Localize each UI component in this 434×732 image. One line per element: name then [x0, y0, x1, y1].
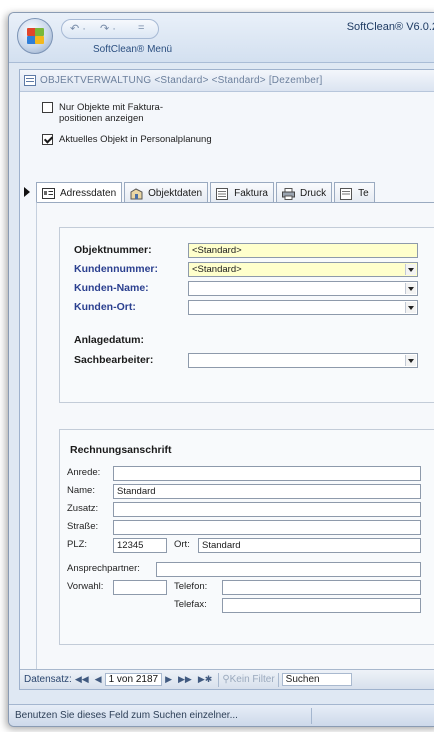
status-bar: Benutzen Sie dieses Feld zum Suchen einz…	[9, 704, 434, 726]
datensatz-label: Datensatz:	[24, 674, 72, 685]
redo-button[interactable]: ↷ ·	[100, 22, 116, 35]
kundennummer-combobox[interactable]: <Standard>	[188, 262, 418, 277]
option-personalplanung[interactable]: Aktuelles Objekt in Personalplanung	[42, 134, 212, 145]
zusatz-field[interactable]	[113, 502, 421, 517]
status-divider	[311, 708, 312, 724]
record-search-input[interactable]: Suchen	[281, 673, 352, 686]
anlagedatum-label: Anlagedatum:	[74, 334, 145, 346]
checkbox-personalplanung[interactable]	[42, 134, 53, 145]
record-selector-icon[interactable]	[20, 182, 34, 202]
kundennummer-label: Kundennummer:	[74, 263, 158, 275]
option-faktura-only[interactable]: Nur Objekte mit Faktura- positionen anze…	[42, 102, 163, 124]
tab-druck[interactable]: Druck	[276, 182, 333, 203]
ansprechpartner-field[interactable]	[156, 562, 421, 577]
form-title: OBJEKTVERWALTUNG <Standard> <Standard> […	[40, 75, 323, 86]
object-data-group: Objektnummer: <Standard> Kundennummer: <…	[59, 227, 434, 403]
tab-adressdaten-label: Adressdaten	[60, 188, 117, 199]
first-record-button[interactable]: ◀◀	[75, 674, 89, 685]
chevron-down-icon[interactable]	[405, 264, 416, 275]
text-document-icon	[340, 187, 353, 200]
sachbearbeiter-combobox[interactable]	[188, 353, 418, 368]
office-button[interactable]	[17, 18, 53, 54]
billing-address-group: Rechnungsanschrift Anrede: Name: Standar…	[59, 429, 434, 645]
kunden-ort-label: Kunden-Ort:	[74, 301, 136, 313]
vorwahl-field[interactable]	[113, 580, 167, 595]
invoice-icon	[216, 187, 229, 200]
tab-objektdaten[interactable]: Objektdaten	[124, 182, 209, 203]
kundennummer-value: <Standard>	[192, 264, 242, 275]
form-header: OBJEKTVERWALTUNG <Standard> <Standard> […	[20, 70, 434, 92]
tab-bar: Adressdaten Objektdaten Faktura Druck Te	[36, 182, 434, 204]
record-position-field[interactable]: 1 von 2187	[104, 673, 163, 686]
zusatz-label: Zusatz:	[67, 503, 99, 514]
nav-separator	[218, 672, 220, 687]
quick-access-toolbar: ↶ · ↷ · =	[61, 19, 159, 39]
kunden-name-combobox[interactable]	[188, 281, 418, 296]
menu-tab[interactable]: SoftClean® Menü	[93, 44, 172, 55]
undo-button[interactable]: ↶ ·	[70, 22, 86, 35]
strasse-label: Straße:	[67, 521, 99, 532]
tab-faktura-label: Faktura	[234, 187, 268, 199]
window-title: SoftClean® V6.0.2	[346, 21, 434, 33]
tab-adressdaten[interactable]: Adressdaten	[36, 182, 123, 204]
previous-record-button[interactable]: ◀	[95, 674, 102, 685]
ort-label: Ort:	[174, 539, 190, 550]
anrede-label: Anrede:	[67, 467, 101, 478]
printer-icon	[282, 187, 295, 200]
building-icon	[130, 187, 143, 199]
chevron-down-icon[interactable]	[405, 302, 416, 313]
filter-toggle-button[interactable]: ⚲ Kein Filter	[222, 674, 274, 685]
form-icon	[24, 75, 36, 86]
billing-heading: Rechnungsanschrift	[70, 444, 172, 456]
chevron-down-icon[interactable]	[405, 283, 416, 294]
filter-label: Kein Filter	[229, 674, 275, 685]
ansprechpartner-label: Ansprechpartner:	[67, 563, 140, 574]
funnel-icon: ⚲	[222, 674, 230, 685]
checkbox-faktura-only[interactable]	[42, 102, 53, 113]
plz-field[interactable]: 12345	[113, 538, 167, 553]
nav-separator	[277, 672, 279, 687]
sachbearbeiter-label: Sachbearbeiter:	[74, 354, 154, 366]
title-bar: ↶ · ↷ · = SoftClean® V6.0.2 SoftClean® M…	[9, 13, 434, 63]
plz-label: PLZ:	[67, 539, 88, 550]
telefon-field[interactable]	[222, 580, 421, 595]
anrede-field[interactable]	[113, 466, 421, 481]
application-window: ↶ · ↷ · = SoftClean® V6.0.2 SoftClean® M…	[8, 12, 434, 727]
tab-druck-label: Druck	[300, 187, 327, 199]
tab-te[interactable]: Te	[334, 182, 375, 203]
strasse-field[interactable]	[113, 520, 421, 535]
ort-field[interactable]: Standard	[198, 538, 421, 553]
address-card-icon	[42, 188, 55, 199]
objektnummer-field[interactable]: <Standard>	[188, 243, 418, 258]
tab-faktura[interactable]: Faktura	[210, 182, 274, 203]
record-navigation-bar: Datensatz: ◀◀ ◀ 1 von 2187 ▶ ▶▶ ▶✱ ⚲ Kei…	[20, 669, 434, 689]
last-record-button[interactable]: ▶▶	[178, 674, 192, 685]
kunden-ort-combobox[interactable]	[188, 300, 418, 315]
tab-page-adressdaten: Objektnummer: <Standard> Kundennummer: <…	[36, 202, 434, 669]
name-field[interactable]: Standard	[113, 484, 421, 499]
telefax-label: Telefax:	[174, 599, 207, 610]
option-faktura-label: Nur Objekte mit Faktura- positionen anze…	[59, 102, 163, 124]
telefax-field[interactable]	[222, 598, 421, 613]
chevron-down-icon[interactable]	[405, 355, 416, 366]
next-record-button[interactable]: ▶	[165, 674, 172, 685]
tab-te-label: Te	[358, 187, 369, 199]
vorwahl-label: Vorwahl:	[67, 581, 104, 592]
form-document: OBJEKTVERWALTUNG <Standard> <Standard> […	[19, 69, 434, 690]
customize-qat-button[interactable]: =	[138, 22, 144, 34]
objektnummer-label: Objektnummer:	[74, 244, 152, 256]
option-personalplanung-label: Aktuelles Objekt in Personalplanung	[59, 134, 212, 145]
name-label: Name:	[67, 485, 95, 496]
tab-objektdaten-label: Objektdaten	[148, 187, 203, 199]
telefon-label: Telefon:	[174, 581, 208, 592]
office-logo-icon	[27, 28, 44, 44]
kunden-name-label: Kunden-Name:	[74, 282, 149, 294]
new-record-button[interactable]: ▶✱	[198, 674, 212, 685]
status-text: Benutzen Sie dieses Feld zum Suchen einz…	[15, 710, 238, 721]
